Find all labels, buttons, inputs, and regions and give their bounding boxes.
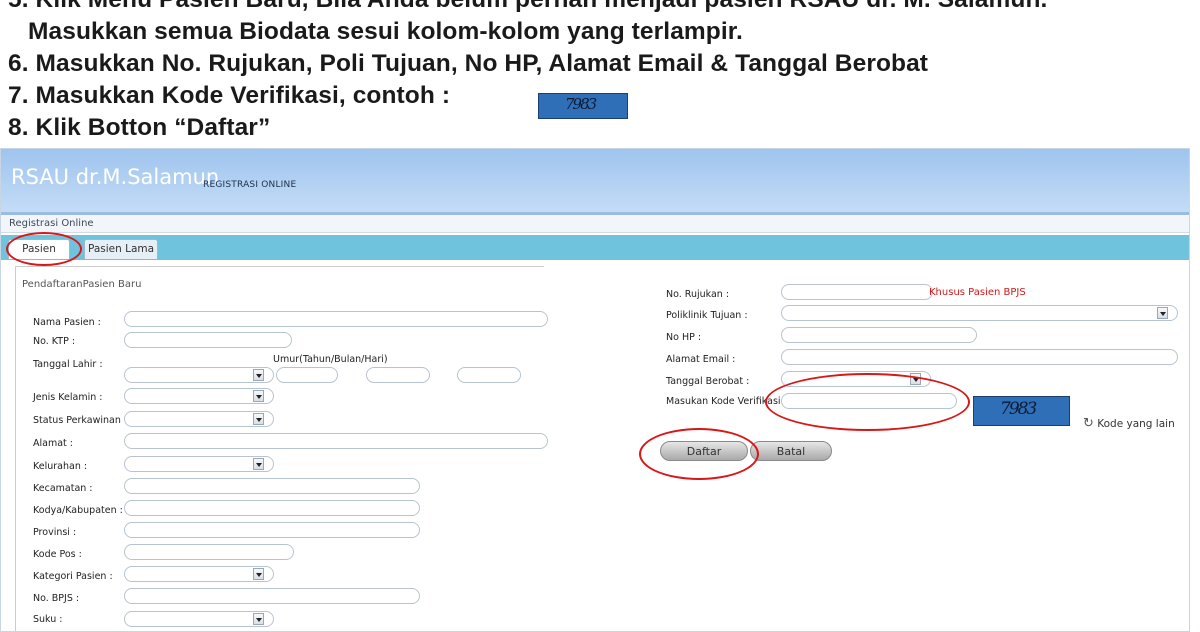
kategori-pasien-select[interactable]	[124, 566, 274, 582]
kelurahan-select[interactable]	[124, 456, 274, 472]
label-nama-pasien: Nama Pasien :	[33, 317, 101, 328]
label-no-ktp: No. KTP :	[33, 336, 76, 347]
label-alamat: Alamat :	[33, 438, 73, 449]
label-poliklinik-tujuan: Poliklinik Tujuan :	[666, 310, 748, 321]
label-kecamatan: Kecamatan :	[33, 483, 93, 494]
no-hp-input[interactable]	[781, 327, 977, 343]
app-brand-title: RSAU dr.M.Salamun	[11, 165, 220, 189]
status-perkawinan-select[interactable]	[124, 411, 274, 427]
label-kode-pos: Kode Pos :	[33, 549, 82, 560]
alamat-email-input[interactable]	[781, 349, 1178, 365]
label-alamat-email: Alamat Email :	[666, 354, 736, 365]
instruction-step5-line1: 5. Klik Menu Pasien Baru, Bila Anda belu…	[8, 0, 1047, 14]
no-bpjs-input[interactable]	[124, 588, 420, 604]
instruction-step5-line2: Masukkan semua Biodata sesui kolom-kolom…	[28, 18, 743, 45]
nama-pasien-input[interactable]	[124, 311, 548, 327]
tanggal-lahir-select[interactable]	[124, 367, 274, 383]
breadcrumb: Registrasi Online	[1, 215, 1189, 233]
refresh-captcha-label: Kode yang lain	[1097, 418, 1175, 430]
highlight-ring-kode-verifikasi	[765, 373, 970, 431]
poliklinik-tujuan-select[interactable]	[781, 305, 1178, 321]
jenis-kelamin-select[interactable]	[124, 388, 274, 404]
dropdown-arrow-icon	[253, 458, 264, 470]
label-no-bpjs: No. BPJS :	[33, 593, 80, 604]
umur-hari-input[interactable]	[457, 367, 521, 383]
dropdown-arrow-icon	[253, 369, 264, 381]
example-captcha-image: 7983	[538, 93, 628, 119]
provinsi-input[interactable]	[124, 522, 420, 538]
captcha-image: 7983	[973, 396, 1070, 426]
app-header: RSAU dr.M.Salamun REGISTRASI ONLINE	[1, 149, 1189, 212]
batal-button[interactable]: Batal	[750, 441, 832, 461]
label-kodya: Kodya/Kabupaten :	[33, 505, 123, 516]
fieldset-legend: PendaftaranPasien Baru	[22, 279, 146, 290]
alamat-input[interactable]	[124, 433, 548, 449]
label-kategori-pasien: Kategori Pasien :	[33, 571, 113, 582]
instruction-step8: 8. Klik Botton “Daftar”	[8, 114, 271, 141]
kodya-input[interactable]	[124, 500, 420, 516]
bpjs-only-note: Khusus Pasien BPJS	[929, 287, 1026, 298]
instruction-step6: 6. Masukkan No. Rujukan, Poli Tujuan, No…	[8, 50, 929, 77]
no-rujukan-input[interactable]	[781, 284, 933, 300]
instructions: 5. Klik Menu Pasien Baru, Bila Anda belu…	[0, 0, 1200, 146]
label-kelurahan: Kelurahan :	[33, 461, 88, 472]
kode-pos-input[interactable]	[124, 544, 294, 560]
highlight-ring-daftar-button	[639, 428, 759, 480]
label-jenis-kelamin: Jenis Kelamin :	[33, 392, 103, 403]
label-suku: Suku :	[33, 614, 63, 625]
refresh-icon: ↻	[1083, 416, 1094, 431]
dropdown-arrow-icon	[253, 390, 264, 402]
dropdown-arrow-icon	[253, 413, 264, 425]
label-tanggal-lahir: Tanggal Lahir :	[33, 359, 103, 370]
no-ktp-input[interactable]	[124, 332, 292, 348]
label-provinsi: Provinsi :	[33, 527, 77, 538]
label-no-rujukan: No. Rujukan :	[666, 289, 730, 300]
app-brand-subtitle: REGISTRASI ONLINE	[203, 180, 297, 190]
label-umur: Umur(Tahun/Bulan/Hari)	[273, 354, 388, 365]
tab-pasien-lama[interactable]: Pasien Lama	[84, 239, 158, 259]
dropdown-arrow-icon	[253, 613, 264, 625]
label-no-hp: No HP :	[666, 332, 702, 343]
kecamatan-input[interactable]	[124, 478, 420, 494]
dropdown-arrow-icon	[1157, 307, 1168, 319]
refresh-captcha-link[interactable]: ↻ Kode yang lain	[1083, 416, 1175, 431]
instruction-step7: 7. Masukkan Kode Verifikasi, contoh :	[8, 82, 451, 109]
umur-tahun-input[interactable]	[276, 367, 338, 383]
highlight-ring-tab-pasien-baru	[6, 232, 82, 266]
label-tanggal-berobat: Tanggal Berobat :	[666, 376, 750, 387]
label-status-perkawinan: Status Perkawinan :	[33, 415, 128, 426]
suku-select[interactable]	[124, 611, 274, 627]
umur-bulan-input[interactable]	[366, 367, 430, 383]
dropdown-arrow-icon	[253, 568, 264, 580]
tab-bar: Pasien Baru Pasien Lama	[1, 235, 1189, 274]
